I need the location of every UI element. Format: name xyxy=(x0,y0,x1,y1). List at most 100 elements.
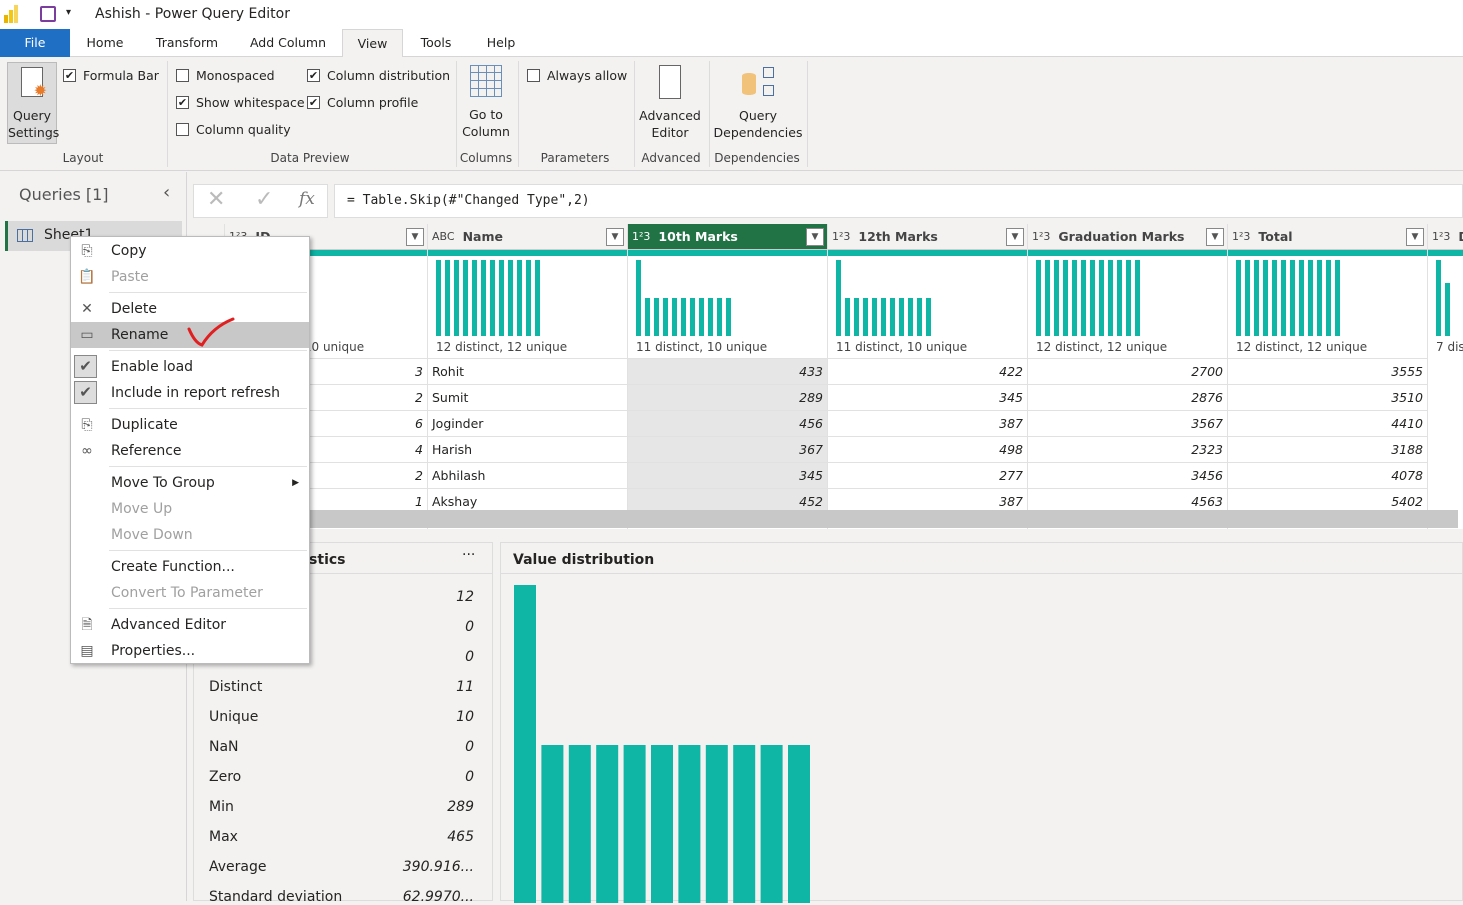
column-header[interactable]: 1²3 D xyxy=(1428,224,1463,250)
menu-item-reference[interactable]: ∞ Reference xyxy=(71,438,309,464)
table-cell[interactable]: 456 xyxy=(628,410,827,436)
value-bar[interactable] xyxy=(678,745,701,903)
table-cell[interactable]: 422 xyxy=(828,358,1027,384)
always-allow-checkbox[interactable]: Always allow xyxy=(527,68,627,83)
table-cell[interactable]: 345 xyxy=(628,462,827,488)
table-cell[interactable]: 289 xyxy=(628,384,827,410)
filter-dropdown-icon[interactable]: ▼ xyxy=(806,228,824,246)
table-cell[interactable]: 2323 xyxy=(1028,436,1227,462)
table-cell[interactable]: Harish xyxy=(428,436,627,462)
query-settings-button[interactable]: ✹ Query Settings xyxy=(7,62,59,144)
table-cell[interactable]: 277 xyxy=(828,462,1027,488)
column-distribution-checkbox[interactable]: ✔ Column distribution xyxy=(307,68,450,83)
value-bar[interactable] xyxy=(760,745,783,903)
type-icon[interactable]: 1²3 xyxy=(1032,230,1050,243)
table-cell[interactable]: 3555 xyxy=(1228,358,1427,384)
monospaced-checkbox[interactable]: Monospaced xyxy=(176,68,275,83)
tab-home[interactable]: Home xyxy=(76,29,134,57)
type-icon[interactable]: ABC xyxy=(432,230,455,243)
menu-item-move-down[interactable]: Move Down xyxy=(71,522,309,548)
menu-item-move-to-group[interactable]: Move To Group ▶ xyxy=(71,470,309,496)
menu-item-enable-load[interactable]: ✔ Enable load xyxy=(71,354,309,380)
table-cell[interactable]: Sumit xyxy=(428,384,627,410)
column-quality-checkbox[interactable]: Column quality xyxy=(176,122,291,137)
tab-help[interactable]: Help xyxy=(476,29,526,57)
value-bar[interactable] xyxy=(733,745,756,903)
horizontal-scrollbar[interactable] xyxy=(193,510,1458,528)
collapse-queries-icon[interactable]: ‹ xyxy=(163,182,170,203)
table-cell[interactable]: 433 xyxy=(628,358,827,384)
value-bar[interactable] xyxy=(541,745,564,903)
table-cell[interactable]: Joginder xyxy=(428,410,627,436)
type-icon[interactable]: 1²3 xyxy=(1232,230,1250,243)
go-to-column-button[interactable]: Go to Column xyxy=(460,65,512,140)
table-cell[interactable]: 4410 xyxy=(1228,410,1427,436)
distribution-bar xyxy=(690,298,695,336)
table-cell[interactable]: 3456 xyxy=(1028,462,1227,488)
table-cell[interactable]: 387 xyxy=(828,410,1027,436)
formula-bar-checkbox[interactable]: ✔ Formula Bar xyxy=(63,68,159,83)
formula-input[interactable]: = Table.Skip(#"Changed Type",2) xyxy=(334,184,1463,218)
table-cell[interactable]: 3188 xyxy=(1228,436,1427,462)
value-bar[interactable] xyxy=(623,745,646,903)
tab-tools[interactable]: Tools xyxy=(410,29,462,57)
type-icon[interactable]: 1²3 xyxy=(632,230,650,243)
menu-item-copy[interactable]: ⎘ Copy xyxy=(71,238,309,264)
stat-row: Distinct 11 xyxy=(209,679,474,695)
menu-item-include-in-report-refresh[interactable]: ✔ Include in report refresh xyxy=(71,380,309,406)
column-profile-checkbox[interactable]: ✔ Column profile xyxy=(307,95,418,110)
table-cell[interactable]: Abhilash xyxy=(428,462,627,488)
quality-bar xyxy=(428,250,627,256)
commit-icon[interactable]: ✓ xyxy=(255,187,273,212)
table-cell[interactable]: Rohit xyxy=(428,358,627,384)
filter-dropdown-icon[interactable]: ▼ xyxy=(1006,228,1024,246)
table-cell[interactable]: 4078 xyxy=(1228,462,1427,488)
menu-item-advanced-editor[interactable]: 🗎 Advanced Editor xyxy=(71,612,309,638)
table-cell[interactable]: 3510 xyxy=(1228,384,1427,410)
table-cell[interactable]: 367 xyxy=(628,436,827,462)
menu-item-move-up[interactable]: Move Up xyxy=(71,496,309,522)
column-distribution-chart xyxy=(1036,260,1140,336)
tab-add-column[interactable]: Add Column xyxy=(240,29,336,57)
distribution-bar xyxy=(699,298,704,336)
value-bar[interactable] xyxy=(596,745,619,903)
table-cell[interactable]: 345 xyxy=(828,384,1027,410)
menu-item-paste[interactable]: 📋 Paste xyxy=(71,264,309,290)
value-bar[interactable] xyxy=(568,745,591,903)
menu-item-properties[interactable]: ▤ Properties... xyxy=(71,638,309,664)
advanced-editor-button[interactable]: Advanced Editor xyxy=(638,65,702,141)
show-whitespace-checkbox[interactable]: ✔ Show whitespace xyxy=(176,95,305,110)
menu-item-duplicate[interactable]: ⎘ Duplicate xyxy=(71,412,309,438)
type-icon[interactable]: 1²3 xyxy=(1432,230,1450,243)
value-bar[interactable] xyxy=(788,745,810,903)
tab-file[interactable]: File xyxy=(0,29,70,57)
tab-view[interactable]: View xyxy=(342,29,403,58)
title-bar: ▾ Ashish - Power Query Editor xyxy=(0,0,1463,29)
filter-dropdown-icon[interactable]: ▼ xyxy=(1406,228,1424,246)
filter-dropdown-icon[interactable]: ▼ xyxy=(1206,228,1224,246)
save-icon[interactable] xyxy=(40,6,56,22)
column-header[interactable]: 1²3 12th Marks ▼ xyxy=(828,224,1027,250)
query-dependencies-button[interactable]: Query Dependencies xyxy=(713,65,803,141)
table-cell[interactable]: 498 xyxy=(828,436,1027,462)
column-header[interactable]: 1²3 Graduation Marks ▼ xyxy=(1028,224,1227,250)
value-bar[interactable] xyxy=(514,585,536,903)
column-header[interactable]: ABC Name ▼ xyxy=(428,224,627,250)
table-cell[interactable]: 2876 xyxy=(1028,384,1227,410)
menu-item-convert-to-parameter[interactable]: Convert To Parameter xyxy=(71,580,309,606)
filter-dropdown-icon[interactable]: ▼ xyxy=(606,228,624,246)
tab-transform[interactable]: Transform xyxy=(146,29,228,57)
value-bar[interactable] xyxy=(705,745,728,903)
column-header[interactable]: 1²3 10th Marks ▼ xyxy=(628,224,827,250)
fx-icon[interactable]: fx xyxy=(299,189,315,209)
value-bar[interactable] xyxy=(651,745,673,903)
more-options-button[interactable]: ··· xyxy=(462,547,475,563)
table-cell[interactable]: 2700 xyxy=(1028,358,1227,384)
menu-item-create-function[interactable]: Create Function... xyxy=(71,554,309,580)
type-icon[interactable]: 1²3 xyxy=(832,230,850,243)
cancel-icon[interactable]: ✕ xyxy=(207,187,225,212)
customize-toolbar-icon[interactable]: ▾ xyxy=(66,7,71,18)
column-header[interactable]: 1²3 Total ▼ xyxy=(1228,224,1427,250)
filter-dropdown-icon[interactable]: ▼ xyxy=(406,228,424,246)
table-cell[interactable]: 3567 xyxy=(1028,410,1227,436)
